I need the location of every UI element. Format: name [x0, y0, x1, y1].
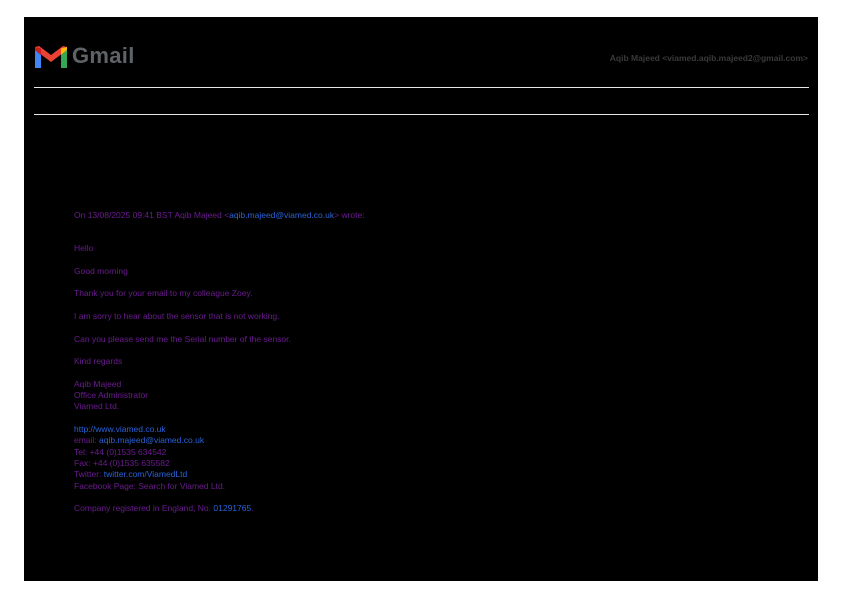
- account-name: Aqib Majeed <viamed.aqib.majeed2@gmail.c…: [609, 53, 808, 63]
- signature-fax: Fax: +44 (0)1535 635582: [74, 457, 170, 468]
- sign-off: Kind regards: [74, 356, 123, 367]
- gmail-wordmark: Gmail: [72, 43, 135, 68]
- signature-facebook: Facebook Page: Search for Viamed Ltd.: [74, 480, 226, 491]
- gmail-header: Gmail Aqib Majeed <viamed.aqib.majeed2@g…: [24, 17, 818, 87]
- signature-name: Aqib Majeed: [74, 378, 122, 389]
- signature-email-link[interactable]: aqib.majeed@viamed.co.uk: [99, 435, 204, 445]
- signature-company: Viamed Ltd.: [74, 401, 120, 412]
- divider-top: [34, 87, 809, 88]
- company-number-link[interactable]: 01291765: [213, 503, 251, 513]
- message-line-2: I am sorry to hear about the sensor that…: [74, 311, 280, 322]
- quote-header: On 13/08/2025 09:41 BST Aqib Majeed <aqi…: [74, 210, 365, 220]
- website-link[interactable]: http://www.viamed.co.uk: [74, 424, 166, 434]
- gmail-logo-icon: [35, 46, 67, 68]
- signature-email: email: aqib.majeed@viamed.co.uk: [74, 435, 205, 446]
- greeting: Hello: [74, 243, 94, 254]
- email-body: On 13/08/2025 09:41 BST Aqib Majeed <aqi…: [74, 210, 774, 514]
- message-line-1: Thank you for your email to my colleague…: [74, 288, 253, 299]
- signature-title: Office Administrator: [74, 390, 149, 401]
- good-morning: Good morning: [74, 265, 128, 276]
- signature-tel: Tel: +44 (0)1535 634542: [74, 446, 167, 457]
- twitter-link[interactable]: twitter.com/ViamedLtd: [104, 469, 187, 479]
- quote-email-link[interactable]: aqib.majeed@viamed.co.uk: [229, 210, 334, 220]
- email-print-page: Gmail Aqib Majeed <viamed.aqib.majeed2@g…: [24, 17, 818, 581]
- divider-bottom: [34, 114, 809, 115]
- company-registration: Company registered in England, No. 01291…: [74, 503, 254, 514]
- message-line-3: Can you please send me the Serial number…: [74, 333, 291, 344]
- signature-twitter: Twitter: twitter.com/ViamedLtd: [74, 469, 188, 480]
